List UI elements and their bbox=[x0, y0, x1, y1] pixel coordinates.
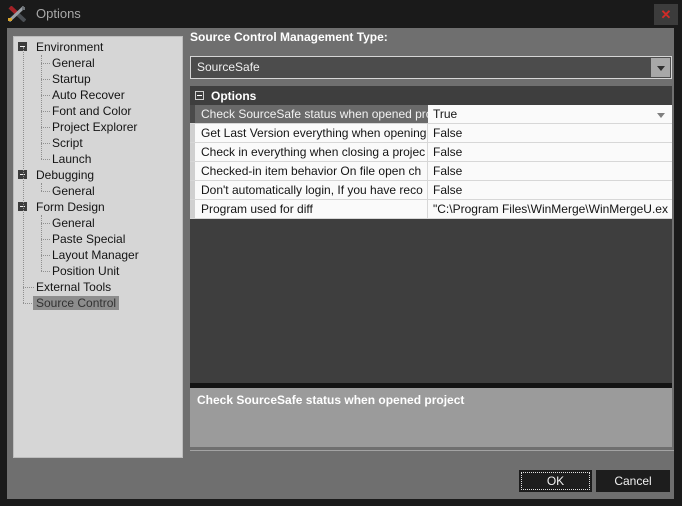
sidebar-item-font-and-color[interactable]: Font and Color bbox=[14, 103, 182, 119]
dropdown-button[interactable] bbox=[651, 58, 670, 77]
sidebar-item-label: Script bbox=[49, 136, 86, 150]
scm-type-value: SourceSafe bbox=[197, 57, 260, 78]
property-value-cell[interactable]: False bbox=[428, 124, 672, 142]
options-category-header[interactable]: Options bbox=[190, 86, 672, 105]
chevron-down-icon bbox=[657, 66, 665, 71]
property-description-panel: Check SourceSafe status when opened proj… bbox=[190, 388, 672, 447]
property-value-text: False bbox=[433, 126, 462, 140]
scm-type-label: Source Control Management Type: bbox=[190, 30, 388, 44]
property-row-check-in-everything[interactable]: Check in everything when closing a proje… bbox=[190, 143, 672, 162]
ok-button[interactable]: OK bbox=[519, 470, 592, 492]
sidebar-item-source-control[interactable]: Source Control bbox=[14, 295, 182, 311]
sidebar-item-label: General bbox=[49, 184, 98, 198]
sidebar-item-label: Project Explorer bbox=[49, 120, 140, 134]
scm-type-dropdown[interactable]: SourceSafe bbox=[190, 56, 672, 79]
property-description: Check SourceSafe status when opened proj… bbox=[190, 388, 672, 407]
tree-line bbox=[23, 47, 24, 303]
sidebar-item-label: Source Control bbox=[33, 296, 119, 310]
sidebar-item-label: Environment bbox=[33, 40, 106, 54]
collapse-icon[interactable] bbox=[195, 91, 204, 100]
property-row-don-t-automatically[interactable]: Don't automatically login, If you have r… bbox=[190, 181, 672, 200]
sidebar-item-label: Launch bbox=[49, 152, 94, 166]
sidebar-item-script[interactable]: Script bbox=[14, 135, 182, 151]
sidebar-item-label: Debugging bbox=[33, 168, 97, 182]
sidebar-item-debugging[interactable]: Debugging bbox=[14, 167, 182, 183]
sidebar-item-position-unit[interactable]: Position Unit bbox=[14, 263, 182, 279]
sidebar-item-layout-manager[interactable]: Layout Manager bbox=[14, 247, 182, 263]
sidebar-item-label: External Tools bbox=[33, 280, 114, 294]
sidebar-item-label: Position Unit bbox=[49, 264, 122, 278]
sidebar-item-label: General bbox=[49, 56, 98, 70]
tree-line bbox=[41, 215, 42, 271]
sidebar-item-auto-recover[interactable]: Auto Recover bbox=[14, 87, 182, 103]
sidebar-item-label: General bbox=[49, 216, 98, 230]
window-title: Options bbox=[36, 0, 81, 28]
property-value-text: "C:\Program Files\WinMerge\WinMergeU.ex bbox=[433, 202, 668, 216]
property-grid: Options Check SourceSafe status when ope… bbox=[190, 86, 672, 383]
sidebar-item-general[interactable]: General bbox=[14, 215, 182, 231]
title-bar: Options ✕ bbox=[0, 0, 682, 28]
property-value-cell[interactable]: True bbox=[428, 105, 672, 123]
close-icon: ✕ bbox=[661, 7, 672, 22]
sidebar-item-form-design[interactable]: Form Design bbox=[14, 199, 182, 215]
sidebar-item-launch[interactable]: Launch bbox=[14, 151, 182, 167]
property-name-cell[interactable]: Check SourceSafe status when opened pro bbox=[195, 105, 428, 123]
sidebar-item-label: Paste Special bbox=[49, 232, 128, 246]
property-row-get-last-version[interactable]: Get Last Version everything when opening… bbox=[190, 124, 672, 143]
property-value-text: False bbox=[433, 183, 462, 197]
property-name-cell[interactable]: Get Last Version everything when opening bbox=[195, 124, 428, 142]
property-value-cell[interactable]: False bbox=[428, 143, 672, 161]
property-name-cell[interactable]: Program used for diff bbox=[195, 200, 428, 218]
property-name-cell[interactable]: Don't automatically login, If you have r… bbox=[195, 181, 428, 199]
close-button[interactable]: ✕ bbox=[654, 4, 678, 25]
sidebar-item-general[interactable]: General bbox=[14, 183, 182, 199]
sidebar-item-label: Font and Color bbox=[49, 104, 134, 118]
sidebar-item-paste-special[interactable]: Paste Special bbox=[14, 231, 182, 247]
property-value-cell[interactable]: "C:\Program Files\WinMerge\WinMergeU.ex bbox=[428, 200, 672, 218]
property-name-cell[interactable]: Check in everything when closing a proje… bbox=[195, 143, 428, 161]
sidebar-item-label: Auto Recover bbox=[49, 88, 128, 102]
sidebar-item-external-tools[interactable]: External Tools bbox=[14, 279, 182, 295]
options-tree: Environment General Startup Auto Recover Fon… bbox=[13, 36, 183, 458]
sidebar-item-label: Layout Manager bbox=[49, 248, 142, 262]
property-value-cell[interactable]: False bbox=[428, 162, 672, 180]
options-dialog: Options ✕ Environment General Startup Auto … bbox=[0, 0, 682, 506]
app-logo-icon bbox=[8, 6, 26, 22]
cancel-button[interactable]: Cancel bbox=[596, 470, 670, 492]
property-name-cell[interactable]: Checked-in item behavior On file open ch bbox=[195, 162, 428, 180]
sidebar-item-environment[interactable]: Environment bbox=[14, 39, 182, 55]
tree-line bbox=[41, 183, 42, 191]
sidebar-item-startup[interactable]: Startup bbox=[14, 71, 182, 87]
category-label: Options bbox=[211, 89, 256, 103]
sidebar-item-label: Startup bbox=[49, 72, 94, 86]
property-value-cell[interactable]: False bbox=[428, 181, 672, 199]
sidebar-item-project-explorer[interactable]: Project Explorer bbox=[14, 119, 182, 135]
tree-line bbox=[41, 55, 42, 159]
property-row-checked-in-item[interactable]: Checked-in item behavior On file open ch… bbox=[190, 162, 672, 181]
sidebar-item-general[interactable]: General bbox=[14, 55, 182, 71]
footer-divider bbox=[190, 450, 674, 451]
property-row-check-sourcesafe-status[interactable]: Check SourceSafe status when opened pro T… bbox=[190, 105, 672, 124]
property-value-text: False bbox=[433, 145, 462, 159]
property-row-program-used-for[interactable]: Program used for diff "C:\Program Files\W… bbox=[190, 200, 672, 219]
property-value-text: False bbox=[433, 164, 462, 178]
property-rows: Check SourceSafe status when opened pro T… bbox=[190, 105, 672, 219]
chevron-down-icon[interactable] bbox=[657, 113, 665, 118]
property-value-text: True bbox=[433, 107, 457, 121]
sidebar-item-label: Form Design bbox=[33, 200, 108, 214]
